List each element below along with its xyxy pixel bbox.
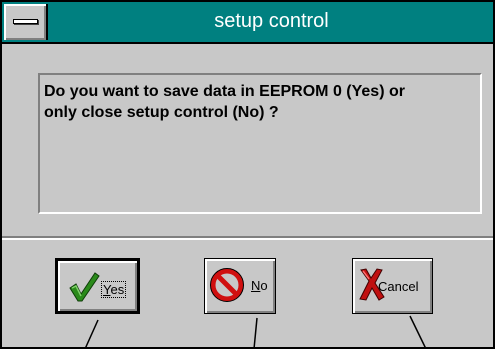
callout-lines	[84, 315, 427, 349]
